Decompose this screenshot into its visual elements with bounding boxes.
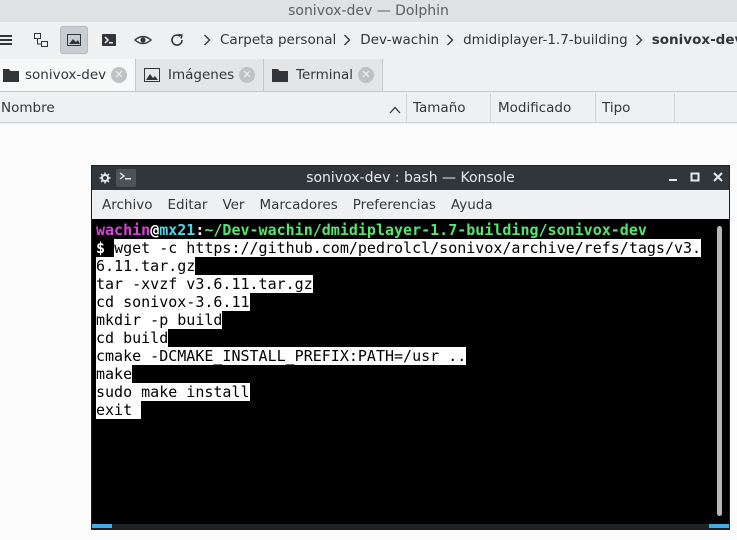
preview-icon[interactable] — [60, 26, 88, 54]
show-hidden-icon[interactable] — [129, 26, 157, 54]
details-view-icon[interactable] — [0, 26, 20, 54]
column-modificado[interactable]: Modificado — [498, 93, 571, 123]
breadcrumb-dmidiplayer[interactable]: dmidiplayer-1.7-building — [463, 32, 628, 48]
column-nombre[interactable]: Nombre — [1, 93, 55, 123]
command-line: sudo make install — [96, 383, 725, 401]
tab-sonivox-dev[interactable]: sonivox-dev ✕ — [0, 59, 136, 91]
close-tab-icon[interactable]: ✕ — [111, 67, 127, 83]
command-line: exit — [96, 401, 725, 419]
konsole-window: sonivox-dev : bash — Konsole Archivo Edi… — [91, 165, 730, 530]
terminal-scrollbar[interactable] — [717, 226, 722, 516]
menu-preferencias[interactable]: Preferencias — [348, 197, 441, 213]
command-text: cmake -DCMAKE_INSTALL_PREFIX:PATH=/usr .… — [96, 347, 467, 365]
column-header: Nombre Tamaño Modificado Tipo — [0, 93, 737, 123]
menu-editar[interactable]: Editar — [162, 197, 212, 213]
command-line: 6.11.tar.gz — [96, 257, 725, 275]
terminal-output[interactable]: wachin@mx21:~/Dev-wachin/dmidiplayer-1.7… — [92, 219, 729, 524]
command-line: tar -xvzf v3.6.11.tar.gz — [96, 275, 725, 293]
command-text: cd build — [96, 329, 169, 347]
tab-bar: sonivox-dev ✕ Imágenes ✕ Terminal ✕ — [0, 59, 737, 92]
window-menu-icon[interactable] — [99, 172, 111, 188]
dolphin-titlebar: sonivox-dev — Dolphin — [0, 0, 737, 22]
prompt-host: mx21 — [159, 221, 196, 239]
menu-ayuda[interactable]: Ayuda — [446, 197, 498, 213]
command-line: mkdir -p build — [96, 311, 725, 329]
minimize-icon[interactable] — [667, 171, 679, 187]
folder-icon — [3, 68, 19, 86]
command-text: make — [96, 365, 133, 383]
prompt-line: wachin@mx21:~/Dev-wachin/dmidiplayer-1.7… — [96, 221, 725, 239]
tab-indicator — [92, 524, 112, 528]
chevron-right-icon — [203, 34, 211, 46]
command-line: $ wget -c https://github.com/pedrolcl/so… — [96, 239, 725, 257]
breadcrumb-current[interactable]: sonivox-dev — [652, 32, 737, 48]
chevron-right-icon — [635, 34, 643, 46]
tab-label: Terminal — [296, 67, 354, 83]
menu-ver[interactable]: Ver — [217, 197, 249, 213]
dolphin-toolbar: Carpeta personal Dev-wachin dmidiplayer-… — [0, 22, 737, 58]
close-icon[interactable] — [712, 171, 724, 187]
terminal-panel-icon[interactable] — [95, 26, 123, 54]
command-text: mkdir -p build — [96, 311, 223, 329]
prompt-path: ~/Dev-wachin/dmidiplayer-1.7-building/so… — [204, 221, 647, 239]
dolphin-window-title: sonivox-dev — Dolphin — [288, 3, 449, 19]
konsole-menubar: Archivo Editar Ver Marcadores Preferenci… — [92, 190, 729, 219]
column-divider[interactable] — [595, 93, 596, 123]
breadcrumb-dev-wachin[interactable]: Dev-wachin — [360, 32, 439, 48]
column-divider[interactable] — [406, 93, 407, 123]
command-text: exit — [96, 401, 142, 419]
sort-ascending-icon[interactable] — [389, 103, 401, 118]
column-divider[interactable] — [674, 93, 675, 123]
prompt-symbol: $ — [96, 239, 106, 257]
breadcrumb: Carpeta personal Dev-wachin dmidiplayer-… — [196, 22, 737, 58]
prompt-at: @ — [150, 221, 160, 239]
tab-terminal[interactable]: Terminal ✕ — [264, 59, 383, 91]
breadcrumb-home[interactable]: Carpeta personal — [220, 32, 336, 48]
command-text: cd sonivox-3.6.11 — [96, 293, 250, 311]
konsole-tab-strip — [92, 524, 729, 530]
command-text: 6.11.tar.gz — [96, 257, 196, 275]
tab-label: Imágenes — [168, 67, 235, 83]
tab-label: sonivox-dev — [25, 67, 107, 83]
command-line: cmake -DCMAKE_INSTALL_PREFIX:PATH=/usr .… — [96, 347, 725, 365]
konsole-titlebar[interactable]: sonivox-dev : bash — Konsole — [92, 166, 729, 190]
command-text: sudo make install — [96, 383, 250, 401]
command-line: cd sonivox-3.6.11 — [96, 293, 725, 311]
konsole-window-title: sonivox-dev : bash — Konsole — [306, 170, 515, 186]
chevron-right-icon — [343, 34, 351, 46]
command-text: wget -c https://github.com/pedrolcl/soni… — [114, 239, 702, 257]
chevron-right-icon — [446, 34, 454, 46]
tab-indicator — [709, 524, 729, 528]
menu-archivo[interactable]: Archivo — [97, 197, 157, 213]
close-tab-icon[interactable]: ✕ — [239, 67, 255, 83]
folder-icon — [272, 68, 288, 86]
column-tamano[interactable]: Tamaño — [413, 93, 466, 123]
prompt-user: wachin — [96, 221, 151, 239]
command-line: cd build — [96, 329, 725, 347]
split-view-icon[interactable] — [27, 26, 55, 54]
command-line: make — [96, 365, 725, 383]
reload-icon[interactable] — [163, 26, 191, 54]
konsole-app-icon — [116, 169, 136, 187]
close-tab-icon[interactable]: ✕ — [358, 67, 374, 83]
maximize-icon[interactable] — [689, 171, 701, 187]
column-tipo[interactable]: Tipo — [602, 93, 630, 123]
column-divider[interactable] — [490, 93, 491, 123]
command-text: tar -xvzf v3.6.11.tar.gz — [96, 275, 313, 293]
menu-marcadores[interactable]: Marcadores — [254, 197, 342, 213]
image-folder-icon — [144, 68, 160, 86]
tab-imagenes[interactable]: Imágenes ✕ — [136, 59, 264, 91]
